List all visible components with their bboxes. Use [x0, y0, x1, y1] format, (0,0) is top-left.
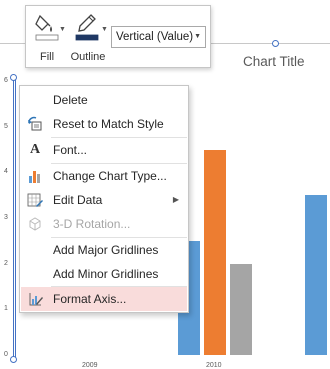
chart-title[interactable]: Chart Title	[243, 54, 305, 69]
3d-rotation-icon	[29, 217, 41, 231]
axis-handle-bottom[interactable]	[10, 356, 17, 363]
menu-item-3d-rotation: 3-D Rotation...	[21, 212, 187, 236]
y-axis-tick-label: 6	[4, 77, 8, 84]
chevron-down-icon: ▼	[194, 33, 201, 40]
axis-handle-top[interactable]	[10, 74, 17, 81]
menu-item-format-axis[interactable]: Format Axis...	[21, 287, 187, 311]
menu-item-edit-data[interactable]: Edit Data ▶	[21, 188, 187, 212]
menu-item-add-minor-gridlines[interactable]: Add Minor Gridlines	[21, 262, 187, 286]
menu-item-label: Edit Data	[53, 193, 103, 207]
format-mini-toolbar: ▼ Fill ▼ Outline Vertical (Value) ▼	[25, 5, 211, 68]
edit-data-icon	[27, 193, 43, 207]
menu-item-label: Reset to Match Style	[53, 117, 164, 131]
y-axis-tick-label: 0	[4, 351, 8, 358]
menu-item-add-major-gridlines[interactable]: Add Major Gridlines	[21, 238, 187, 262]
fill-button[interactable]: ▼ Fill	[30, 10, 66, 65]
chart-element-select[interactable]: Vertical (Value) ▼	[111, 26, 206, 48]
menu-item-label: Font...	[53, 143, 88, 157]
outline-dropdown-caret[interactable]: ▼	[101, 26, 108, 33]
font-icon: A	[29, 142, 41, 157]
submenu-arrow-icon: ▶	[172, 195, 179, 204]
y-axis-tick-label: 4	[4, 168, 8, 176]
menu-item-label: Add Minor Gridlines	[53, 267, 159, 281]
format-axis-icon	[29, 293, 43, 306]
paint-bucket-icon	[35, 14, 59, 41]
chart-type-icon	[29, 171, 40, 183]
pen-outline-icon	[75, 14, 99, 41]
y-axis-tick-label: 3	[4, 214, 8, 221]
menu-item-label: Change Chart Type...	[53, 169, 167, 183]
chart-bar[interactable]	[305, 195, 327, 355]
reset-style-icon	[28, 116, 42, 131]
menu-item-delete[interactable]: Delete	[21, 88, 187, 112]
chart-bar[interactable]	[204, 149, 226, 355]
menu-item-font[interactable]: A Font...	[21, 138, 187, 162]
menu-item-label: Add Major Gridlines	[53, 243, 159, 257]
menu-item-label: Format Axis...	[53, 292, 127, 306]
outline-label: Outline	[70, 51, 106, 63]
y-axis-tick-label: 1	[4, 305, 8, 313]
vertical-axis-selection[interactable]	[13, 78, 16, 358]
fill-label: Fill	[39, 51, 55, 63]
fill-dropdown-caret[interactable]: ▼	[59, 26, 66, 33]
menu-item-reset-to-match-style[interactable]: Reset to Match Style	[21, 112, 187, 136]
y-axis-tick-label: 5	[4, 122, 8, 130]
context-menu: Delete Reset to Match Style A Font... Ch…	[19, 85, 189, 313]
menu-item-change-chart-type[interactable]: Change Chart Type...	[21, 164, 187, 188]
chart-element-select-value: Vertical (Value)	[116, 31, 194, 43]
chart-bar[interactable]	[230, 263, 252, 355]
chart-resize-handle-top[interactable]	[272, 40, 279, 47]
menu-item-label: Delete	[53, 93, 88, 107]
menu-item-label: 3-D Rotation...	[53, 217, 131, 231]
y-axis-tick-label: 2	[4, 259, 8, 267]
outline-button[interactable]: ▼ Outline	[68, 10, 108, 65]
